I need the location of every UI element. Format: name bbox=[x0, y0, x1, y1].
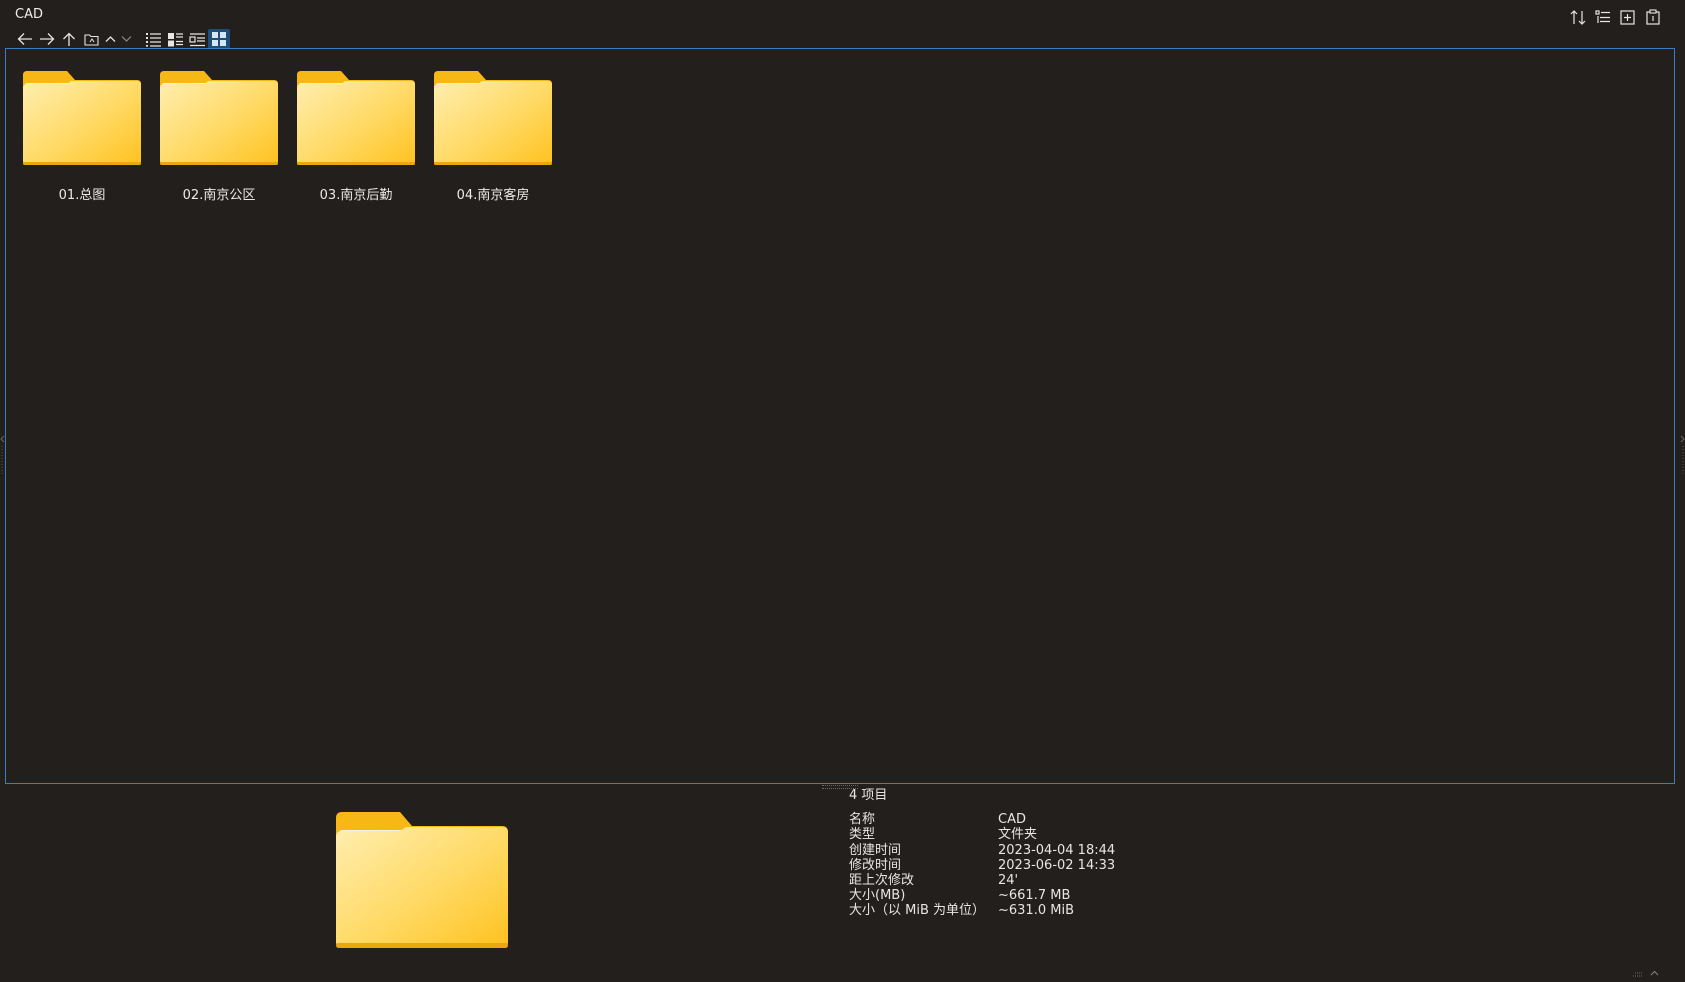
item-count: 4 项目 bbox=[849, 788, 888, 803]
details-panel: 4 项目 名称 CAD 类型 文件夹 创建时间 2023-04-04 18:44 修改… bbox=[849, 788, 1115, 919]
new-item-button[interactable] bbox=[1615, 7, 1640, 27]
expand-button[interactable] bbox=[118, 29, 134, 49]
folder-grid: 01.总图 02.南京公区 03.南京后勤 04.南京客房 bbox=[23, 71, 571, 203]
property-key: 距上次修改 bbox=[849, 873, 915, 889]
folder-icon bbox=[23, 71, 141, 165]
folder-icon bbox=[297, 71, 415, 165]
folder-icon bbox=[434, 71, 552, 165]
back-button[interactable] bbox=[14, 29, 36, 49]
new-item-icon bbox=[1620, 9, 1635, 25]
clipboard-button[interactable] bbox=[1640, 7, 1665, 27]
property-key: 名称 bbox=[849, 812, 876, 828]
property-row: 大小(MB) ~661.7 MB bbox=[849, 888, 1115, 903]
property-key: 修改时间 bbox=[849, 857, 902, 873]
folder-item[interactable]: 04.南京客房 bbox=[434, 71, 552, 203]
chevron-down-icon bbox=[121, 36, 131, 42]
folder-item[interactable]: 01.总图 bbox=[23, 71, 141, 203]
folder-name: 02.南京公区 bbox=[182, 188, 256, 203]
details-view-icon bbox=[145, 32, 161, 47]
right-pane-collapse-handle[interactable] bbox=[1679, 434, 1685, 478]
details-view-button[interactable] bbox=[142, 29, 164, 49]
folder-name: 04.南京客房 bbox=[456, 188, 530, 203]
folder-item[interactable]: 03.南京后勤 bbox=[297, 71, 415, 203]
group-icon bbox=[1594, 9, 1610, 23]
property-value: ~661.7 MB bbox=[998, 888, 1071, 904]
left-pane-collapse-handle[interactable] bbox=[0, 434, 6, 478]
file-list-pane[interactable]: 01.总图 02.南京公区 03.南京后勤 04.南京客房 bbox=[5, 48, 1675, 784]
content-view-icon bbox=[188, 32, 205, 46]
chevron-up-icon[interactable] bbox=[1650, 969, 1659, 979]
property-key: 大小（以 MiB 为单位） bbox=[849, 903, 986, 919]
window-title: CAD bbox=[15, 7, 43, 22]
right-toolbar bbox=[1565, 7, 1665, 27]
property-row: 创建时间 2023-04-04 18:44 bbox=[849, 843, 1115, 858]
status-corner bbox=[1632, 969, 1659, 979]
arrow-right-icon bbox=[40, 33, 55, 45]
large-icons-view-button[interactable] bbox=[208, 29, 230, 49]
folder-item[interactable]: 02.南京公区 bbox=[160, 71, 278, 203]
group-button[interactable] bbox=[1590, 7, 1615, 27]
property-value: 24' bbox=[998, 873, 1019, 889]
arrow-left-icon bbox=[17, 33, 32, 45]
clipboard-icon bbox=[1645, 9, 1660, 25]
property-row: 大小（以 MiB 为单位） ~631.0 MiB bbox=[849, 903, 1115, 918]
tiles-view-icon bbox=[167, 32, 183, 46]
forward-button[interactable] bbox=[36, 29, 58, 49]
property-key: 大小(MB) bbox=[849, 888, 906, 904]
properties-table: 名称 CAD 类型 文件夹 创建时间 2023-04-04 18:44 修改时间 202… bbox=[849, 812, 1115, 918]
property-value: 2023-06-02 14:33 bbox=[998, 857, 1116, 873]
property-key: 创建时间 bbox=[849, 842, 902, 858]
property-row: 名称 CAD bbox=[849, 812, 1115, 827]
tiles-view-button[interactable] bbox=[164, 29, 186, 49]
folder-name: 03.南京后勤 bbox=[319, 188, 393, 203]
chevron-up-icon bbox=[105, 36, 115, 42]
preview-folder-icon bbox=[336, 812, 508, 948]
property-value: 文件夹 bbox=[998, 827, 1038, 843]
arrow-up-icon bbox=[63, 32, 75, 46]
up-button[interactable] bbox=[58, 29, 80, 49]
resize-grip-icon[interactable] bbox=[1632, 971, 1644, 977]
folder-location-button[interactable] bbox=[80, 29, 102, 49]
property-value: ~631.0 MiB bbox=[998, 903, 1074, 919]
folder-name: 01.总图 bbox=[58, 188, 106, 203]
toolbar bbox=[14, 29, 230, 49]
chevron-right-icon bbox=[1680, 435, 1685, 476]
property-row: 类型 文件夹 bbox=[849, 827, 1115, 842]
property-row: 修改时间 2023-06-02 14:33 bbox=[849, 858, 1115, 873]
folder-location-icon bbox=[83, 33, 99, 46]
large-icons-view-icon bbox=[212, 32, 226, 46]
property-value: CAD bbox=[998, 812, 1026, 828]
folder-icon bbox=[160, 71, 278, 165]
collapse-button[interactable] bbox=[102, 29, 118, 49]
sort-button[interactable] bbox=[1565, 7, 1590, 27]
sort-icon bbox=[1570, 9, 1585, 25]
content-view-button[interactable] bbox=[186, 29, 208, 49]
property-key: 类型 bbox=[849, 827, 876, 843]
property-row: 距上次修改 24' bbox=[849, 873, 1115, 888]
chevron-left-icon bbox=[0, 435, 5, 476]
property-value: 2023-04-04 18:44 bbox=[998, 842, 1116, 858]
